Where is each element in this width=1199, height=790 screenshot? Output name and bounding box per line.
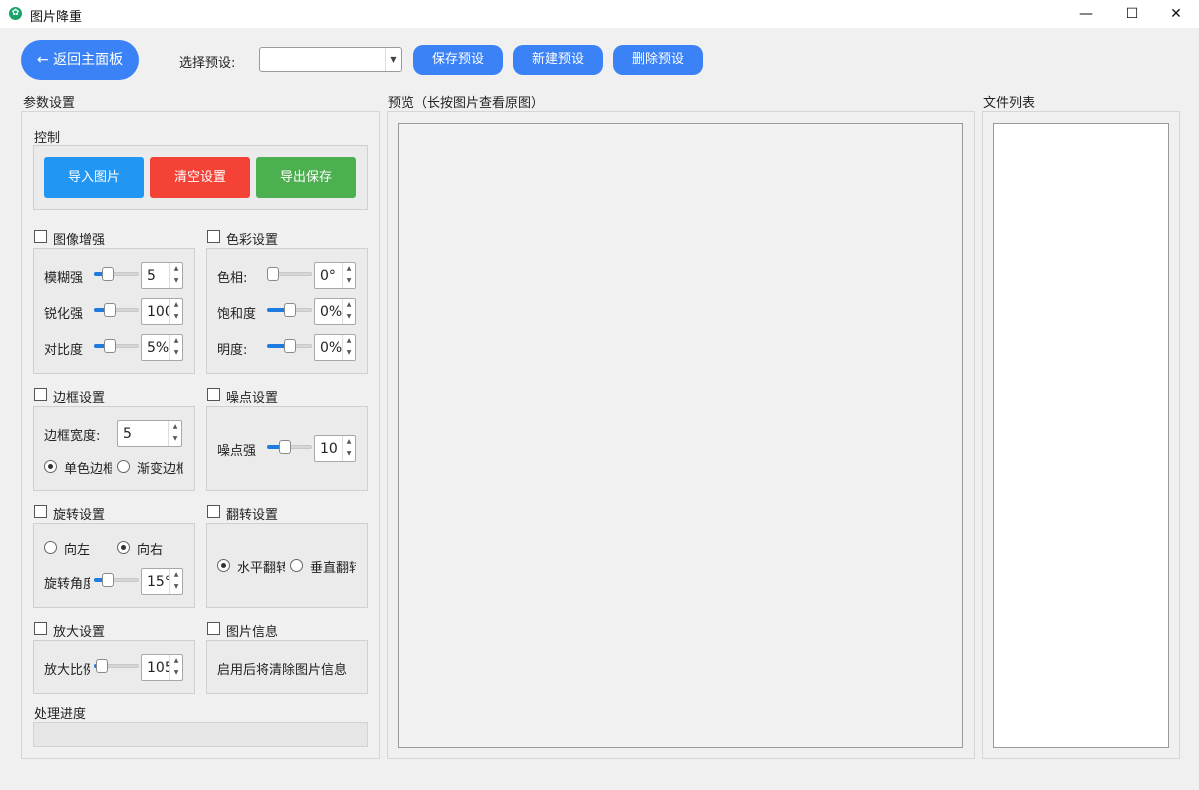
border-width-spinbox[interactable]: 5 ▲ ▼: [117, 420, 182, 447]
flip-horizontal-label: 水平翻转: [237, 561, 285, 576]
minimize-button[interactable]: —: [1063, 0, 1109, 28]
rotate-left-radio[interactable]: [44, 541, 57, 554]
clear-settings-button[interactable]: 清空设置: [150, 157, 250, 198]
flip-vertical-label: 垂直翻转: [310, 561, 356, 576]
brightness-spinbox[interactable]: 0% ▲ ▼: [314, 334, 356, 361]
saturation-slider[interactable]: [267, 303, 312, 317]
new-preset-button[interactable]: 新建预设: [513, 45, 603, 75]
params-title: 参数设置: [23, 96, 76, 111]
noise-strength-spinbox[interactable]: 10 ▲ ▼: [314, 435, 356, 462]
color-checkbox[interactable]: [207, 230, 220, 243]
file-list-title: 文件列表: [983, 96, 1036, 111]
solid-border-label: 单色边框: [64, 462, 112, 477]
flip-horizontal-radio[interactable]: [217, 559, 230, 572]
import-image-button[interactable]: 导入图片: [44, 157, 144, 198]
delete-preset-button[interactable]: 删除预设: [613, 45, 703, 75]
contrast-slider[interactable]: [94, 339, 139, 353]
border-title: 边框设置: [53, 391, 106, 406]
hue-label: 色相:: [217, 271, 248, 286]
rotate-left-label: 向左: [64, 543, 91, 558]
saturation-spinbox[interactable]: 0% ▲ ▼: [314, 298, 356, 325]
rotate-title: 旋转设置: [53, 508, 106, 523]
flip-vertical-radio[interactable]: [290, 559, 303, 572]
rotate-angle-label: 旋转角度: [44, 577, 90, 592]
save-preset-button[interactable]: 保存预设: [413, 45, 503, 75]
brightness-slider[interactable]: [267, 339, 312, 353]
preset-select[interactable]: ▼: [259, 47, 402, 72]
border-width-label: 边框宽度:: [44, 429, 101, 444]
zoom-checkbox[interactable]: [34, 622, 47, 635]
window-title: 图片降重: [30, 10, 83, 25]
rotate-right-radio[interactable]: [117, 541, 130, 554]
flip-checkbox[interactable]: [207, 505, 220, 518]
image-info-checkbox[interactable]: [207, 622, 220, 635]
progress-bar: [33, 722, 368, 747]
preset-label: 选择预设:: [179, 56, 236, 71]
contrast-spinbox[interactable]: 5% ▲ ▼: [141, 334, 183, 361]
blur-label: 模糊强: [44, 271, 84, 286]
app-logo-icon: ✿: [9, 7, 22, 20]
zoom-ratio-spinbox[interactable]: 105▲▼: [141, 654, 183, 681]
hue-slider[interactable]: [267, 267, 312, 281]
sharpen-spinbox[interactable]: 100▲▼: [141, 298, 183, 325]
rotate-angle-spinbox[interactable]: 15° ▲ ▼: [141, 568, 183, 595]
progress-title: 处理进度: [34, 707, 87, 722]
flip-title: 翻转设置: [226, 508, 279, 523]
chevron-down-icon[interactable]: ▼: [385, 48, 401, 71]
rotate-checkbox[interactable]: [34, 505, 47, 518]
preview-image-area[interactable]: [398, 123, 963, 748]
hue-spinbox[interactable]: 0° ▲ ▼: [314, 262, 356, 289]
title-bar: ✿ 图片降重 — ☐ ✕: [0, 0, 1199, 28]
gradient-border-radio[interactable]: [117, 460, 130, 473]
rotate-angle-slider[interactable]: [94, 573, 139, 587]
control-title: 控制: [34, 131, 61, 146]
zoom-title: 放大设置: [53, 625, 106, 640]
noise-strength-slider[interactable]: [267, 440, 312, 454]
noise-title: 噪点设置: [226, 391, 279, 406]
image-info-title: 图片信息: [226, 625, 279, 640]
enhance-title: 图像增强: [53, 233, 106, 248]
zoom-ratio-label: 放大比例: [44, 663, 90, 678]
preview-title: 预览（长按图片查看原图）: [388, 96, 545, 111]
saturation-label: 饱和度: [217, 307, 257, 322]
color-title: 色彩设置: [226, 233, 279, 248]
file-list[interactable]: [993, 123, 1169, 748]
border-checkbox[interactable]: [34, 388, 47, 401]
zoom-ratio-slider[interactable]: [94, 659, 139, 673]
noise-strength-label: 噪点强: [217, 444, 257, 459]
export-save-button[interactable]: 导出保存: [256, 157, 356, 198]
blur-spinbox[interactable]: 5 ▲ ▼: [141, 262, 183, 289]
back-to-main-button[interactable]: ← 返回主面板: [21, 40, 139, 80]
sharpen-slider[interactable]: [94, 303, 139, 317]
rotate-right-label: 向右: [137, 543, 164, 558]
rotate-box: [33, 523, 195, 608]
enhance-checkbox[interactable]: [34, 230, 47, 243]
solid-border-radio[interactable]: [44, 460, 57, 473]
border-box: [33, 406, 195, 491]
close-button[interactable]: ✕: [1153, 0, 1199, 28]
maximize-button[interactable]: ☐: [1109, 0, 1155, 28]
sharpen-label: 锐化强: [44, 307, 84, 322]
gradient-border-label: 渐变边框: [137, 462, 183, 477]
blur-slider[interactable]: [94, 267, 139, 281]
contrast-label: 对比度: [44, 343, 84, 358]
image-info-desc: 启用后将清除图片信息: [217, 663, 348, 678]
brightness-label: 明度:: [217, 343, 248, 358]
noise-checkbox[interactable]: [207, 388, 220, 401]
